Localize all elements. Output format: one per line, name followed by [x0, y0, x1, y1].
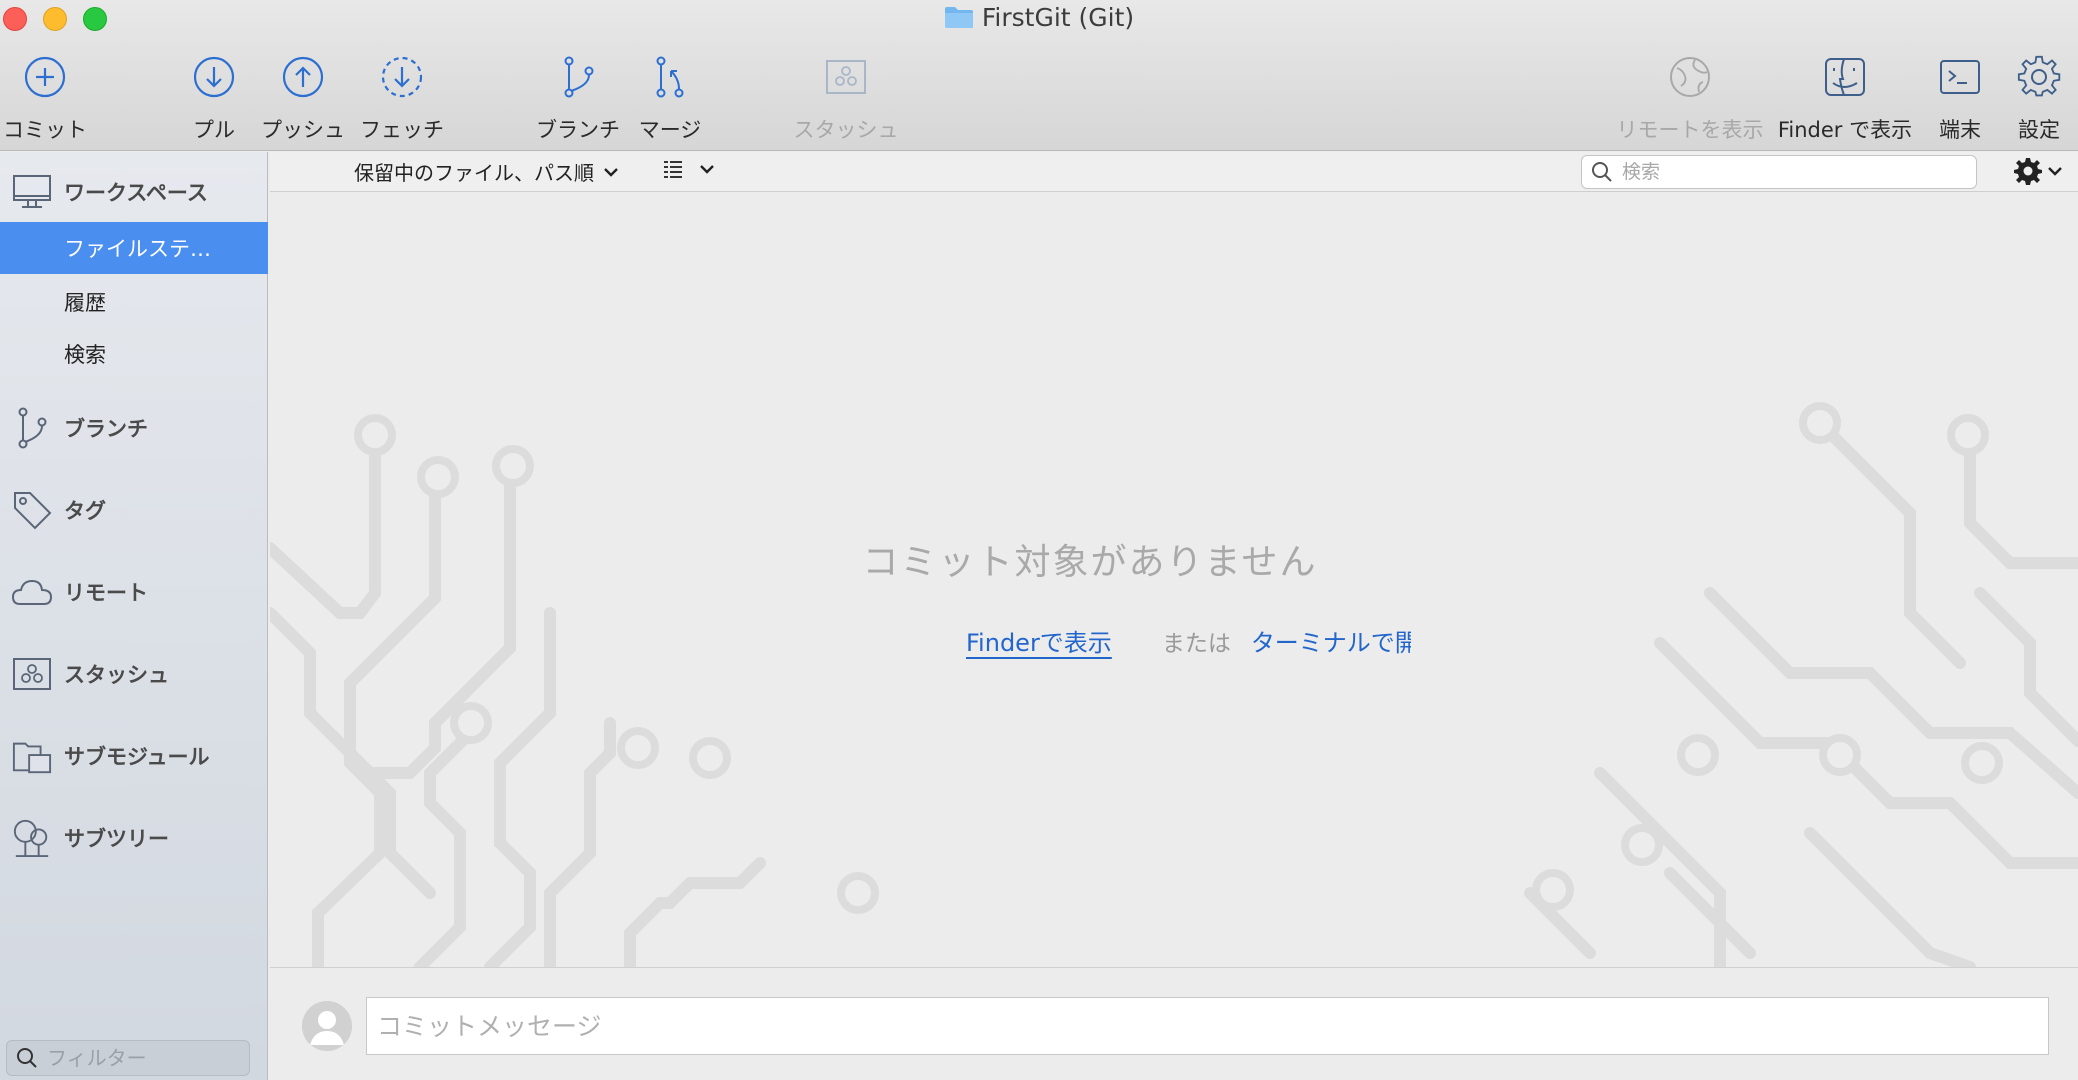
sidebar-item-branches[interactable]: ブランチ: [0, 402, 268, 454]
avatar: [302, 1001, 352, 1051]
sidebar-item-workspace[interactable]: ワークスペース: [0, 166, 268, 218]
branch-button[interactable]: ブランチ: [536, 52, 620, 144]
plus-circle-icon: [24, 56, 66, 98]
sidebar-item-label: ワークスペース: [64, 181, 208, 205]
file-options-dropdown[interactable]: [2014, 157, 2064, 185]
commit-bar: [270, 967, 2078, 1080]
sidebar-item-history[interactable]: 履歴: [0, 276, 268, 328]
sidebar-item-tags[interactable]: タグ: [0, 484, 268, 536]
file-search[interactable]: [1581, 155, 1977, 189]
chevron-down-icon: [700, 165, 714, 174]
stash-icon: [826, 60, 866, 94]
folder-icon: [944, 7, 973, 28]
sidebar-filter[interactable]: [6, 1040, 250, 1076]
globe-icon: [1670, 57, 1710, 97]
sidebar-item-label: サブモジュール: [64, 745, 210, 769]
empty-state-actions: Finderで表示 または ターミナルで開: [966, 623, 1411, 658]
user-icon: [302, 1001, 352, 1051]
stash-button[interactable]: スタッシュ: [793, 52, 899, 144]
branch-label: ブランチ: [536, 118, 620, 142]
empty-state-title: コミット対象がありません: [862, 542, 1318, 583]
commit-button[interactable]: コミット: [3, 52, 87, 144]
sidebar-item-submodules[interactable]: サブモジュール: [0, 730, 268, 782]
sidebar-item-subtrees[interactable]: サブツリー: [0, 812, 268, 864]
fetch-label: フェッチ: [360, 118, 444, 142]
terminal-label: 端末: [1939, 118, 1981, 142]
sidebar: ワークスペース ファイルステ… 履歴 検索 ブランチ タグ リモート スタッシュ…: [0, 152, 268, 1080]
gear-icon: [2014, 158, 2042, 185]
arrow-up-circle-icon: [282, 56, 324, 98]
merge-icon: [656, 56, 684, 98]
pull-button[interactable]: プル: [189, 52, 239, 144]
merge-button[interactable]: マージ: [638, 52, 702, 144]
commit-message-input[interactable]: [366, 997, 2049, 1055]
terminal-button[interactable]: 端末: [1937, 52, 1983, 144]
monitor-icon: [13, 175, 51, 208]
search-icon: [17, 1048, 37, 1068]
filter-input[interactable]: [47, 1046, 237, 1070]
file-list-toolbar: 保留中のファイル、パス順: [270, 152, 2078, 192]
sidebar-item-label: タグ: [64, 499, 106, 523]
open-in-terminal-link[interactable]: ターミナルで開: [1251, 623, 1411, 658]
settings-button[interactable]: 設定: [2016, 52, 2062, 144]
branch-icon: [564, 56, 594, 98]
show-in-finder-link[interactable]: Finderで表示: [966, 623, 1112, 658]
show-in-finder-button[interactable]: Finder で表示: [1775, 52, 1915, 144]
finder-icon: [1825, 58, 1865, 96]
push-button[interactable]: プッシュ: [261, 52, 345, 144]
commit-label: コミット: [3, 118, 87, 142]
sidebar-item-label: ブランチ: [64, 417, 148, 441]
submodule-icon: [12, 742, 52, 774]
sort-label: 保留中のファイル、パス順: [354, 161, 594, 185]
sidebar-item-label: スタッシュ: [64, 663, 169, 687]
main-content: コミット対象がありません Finderで表示 または ターミナルで開: [270, 193, 2078, 967]
terminal-icon: [1940, 60, 1980, 94]
tag-icon: [14, 492, 52, 530]
window-title-text: FirstGit (Git): [981, 3, 1135, 32]
branch-icon: [18, 407, 47, 449]
sidebar-item-label: ファイルステ…: [64, 237, 211, 261]
show-in-finder-label: Finder で表示: [1777, 118, 1913, 142]
stash-icon: [13, 658, 51, 690]
settings-label: 設定: [2018, 118, 2060, 142]
arrow-down-circle-icon: [193, 56, 235, 98]
sidebar-item-search[interactable]: 検索: [0, 328, 268, 380]
window-title: FirstGit (Git): [0, 3, 2078, 32]
view-mode-dropdown[interactable]: [662, 158, 716, 180]
show-remote-label: リモートを表示: [1616, 118, 1764, 142]
or-label: または: [1161, 631, 1231, 657]
sidebar-item-file-status[interactable]: ファイルステ…: [0, 222, 268, 274]
sidebar-item-label: リモート: [64, 581, 148, 605]
show-remote-button[interactable]: リモートを表示: [1617, 52, 1764, 144]
fetch-button[interactable]: フェッチ: [360, 52, 444, 144]
sidebar-item-label: 履歴: [64, 291, 106, 315]
pull-label: プル: [193, 118, 235, 142]
search-icon: [1592, 162, 1612, 182]
chevron-down-icon: [604, 167, 618, 177]
sidebar-item-label: サブツリー: [64, 827, 169, 851]
tree-icon: [13, 819, 49, 858]
gear-icon: [2017, 55, 2061, 97]
chevron-down-icon: [2048, 167, 2062, 176]
window-toolbar: FirstGit (Git) コミット プル プッシュ フェッチ ブランチ マー…: [0, 0, 2078, 151]
cloud-icon: [12, 579, 52, 605]
list-view-icon: [664, 161, 682, 178]
dashed-arrow-down-circle-icon: [381, 56, 423, 98]
sidebar-item-label: 検索: [64, 343, 106, 367]
sidebar-item-remotes[interactable]: リモート: [0, 566, 268, 618]
search-input[interactable]: [1622, 161, 1962, 183]
stash-label: スタッシュ: [793, 118, 899, 142]
sort-dropdown[interactable]: 保留中のファイル、パス順: [354, 157, 620, 186]
sidebar-item-stashes[interactable]: スタッシュ: [0, 648, 268, 700]
merge-label: マージ: [638, 118, 702, 142]
push-label: プッシュ: [261, 118, 345, 142]
